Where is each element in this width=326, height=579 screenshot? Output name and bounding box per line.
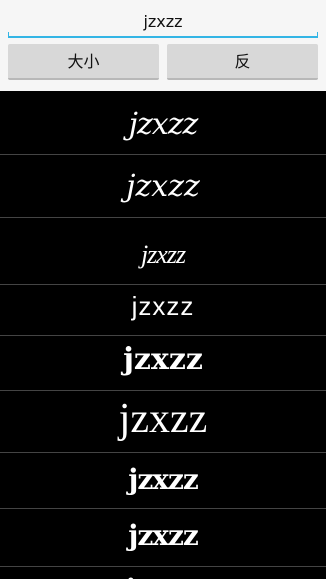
font-sample-text: jzxzz [128,107,199,142]
font-sample-text: jzxzz [118,396,208,442]
font-row[interactable]: jzxzz [0,218,326,285]
font-row[interactable]: jzxzz [0,155,326,218]
font-row[interactable]: jzxzz [0,336,326,391]
font-sample-text: jzxzz [0,573,326,579]
font-preview-list[interactable]: jzxzz jzxzz jzxzz jzxzz jzxzz jzxzz jzxz… [0,91,326,579]
font-sample-text: jzxzz [128,463,199,496]
text-input-field[interactable] [8,6,318,38]
font-row[interactable]: jzxzz [0,285,326,336]
font-row[interactable]: jzxzz [0,391,326,453]
font-sample-text: jzxzz [123,342,203,377]
font-row[interactable]: jzxzz [0,567,326,579]
font-row[interactable]: jzxzz [0,91,326,155]
size-button[interactable]: 大小 [8,44,159,80]
input-underline [8,32,318,38]
font-sample-text: jzxzz [126,169,200,204]
font-row[interactable]: jzxzz [0,453,326,509]
font-sample-text: jzxzz [131,291,195,321]
font-sample-text: jzxzz [140,240,186,269]
text-input[interactable] [8,6,318,36]
font-sample-text: jzxzz [128,519,199,552]
flip-button[interactable]: 反 [167,44,318,80]
toolbar: 大小 反 [0,0,326,91]
font-row[interactable]: jzxzz [0,509,326,567]
